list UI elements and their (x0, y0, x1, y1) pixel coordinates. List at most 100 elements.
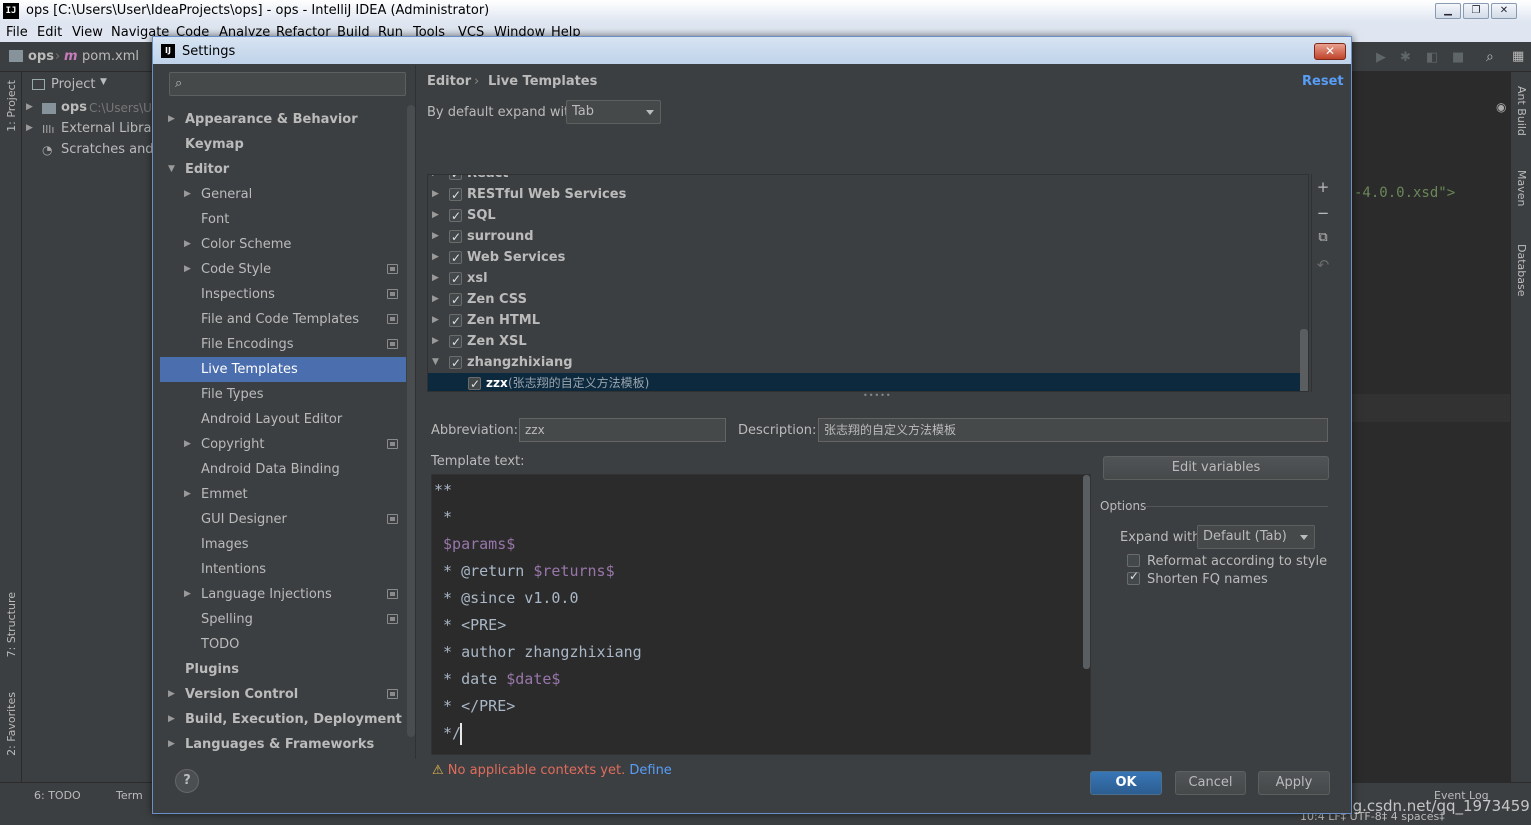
template-group-checkbox[interactable] (449, 185, 462, 206)
sidebar-item-todo[interactable]: TODO (160, 632, 406, 657)
template-group-checkbox[interactable] (449, 311, 462, 332)
sidebar-item-file-and-code-templates[interactable]: File and Code Templates (160, 307, 406, 332)
project-tree-scratches[interactable]: Scratches and C (61, 142, 167, 157)
expand-arrow-icon[interactable]: ▶ (184, 432, 191, 457)
sidebar-item-file-encodings[interactable]: File Encodings (160, 332, 406, 357)
sidebar-item-version-control[interactable]: ▶ Version Control (160, 682, 406, 707)
expand-arrow-icon[interactable]: ▶ (432, 175, 439, 184)
sidebar-item-code-style[interactable]: ▶ Code Style (160, 257, 406, 282)
help-button[interactable]: ? (175, 769, 199, 793)
close-window-button[interactable]: ✕ (1491, 3, 1517, 19)
sidebar-item-images[interactable]: Images (160, 532, 406, 557)
template-group-row[interactable]: ▶ SQL (428, 205, 1300, 227)
expand-arrow-icon[interactable]: ▶ (432, 226, 439, 247)
template-group-row[interactable]: ▶ RESTful Web Services (428, 184, 1300, 206)
sidebar-item-keymap[interactable]: Keymap (160, 132, 406, 157)
apply-button[interactable]: Apply (1258, 771, 1330, 795)
expand-arrow-icon[interactable]: ▶ (26, 102, 33, 112)
tab-todo[interactable]: 6: TODO (34, 789, 81, 802)
template-group-checkbox[interactable] (449, 290, 462, 311)
sidebar-item-live-templates[interactable]: Live Templates (160, 357, 406, 382)
collapse-arrow-icon[interactable]: ▼ (168, 157, 175, 182)
sidebar-item-file-types[interactable]: File Types (160, 382, 406, 407)
breadcrumb-project[interactable]: ops (28, 49, 54, 64)
template-checkbox[interactable] (468, 374, 481, 391)
reset-link[interactable]: Reset (1302, 74, 1344, 89)
default-expand-select[interactable]: Tab (566, 100, 661, 124)
copy-template-icon[interactable]: ⧉ (1315, 230, 1331, 245)
sidebar-item-intentions[interactable]: Intentions (160, 557, 406, 582)
template-group-checkbox[interactable] (449, 353, 462, 374)
remove-template-icon[interactable]: − (1315, 204, 1331, 222)
define-context-link[interactable]: Define (629, 763, 671, 778)
template-group-row[interactable]: ▶ surround (428, 226, 1300, 248)
sidebar-item-build-execution-deployment[interactable]: ▶ Build, Execution, Deployment (160, 707, 406, 732)
template-group-checkbox[interactable] (449, 227, 462, 248)
template-group-row[interactable]: ▼ zhangzhixiang (428, 352, 1300, 374)
minimize-button[interactable]: ▁ (1435, 3, 1461, 19)
tab-favorites[interactable]: 2: Favorites (5, 692, 18, 756)
preview-eye-icon[interactable]: ◉ (1496, 100, 1506, 114)
sidebar-item-copyright[interactable]: ▶ Copyright (160, 432, 406, 457)
sidebar-item-android-data-binding[interactable]: Android Data Binding (160, 457, 406, 482)
project-header[interactable]: Project (51, 77, 95, 92)
template-group-checkbox[interactable] (449, 269, 462, 290)
settings-search-input[interactable]: ⌕ (169, 72, 406, 96)
sidebar-item-appearance-behavior[interactable]: ▶ Appearance & Behavior (160, 107, 406, 132)
expand-arrow-icon[interactable]: ▶ (26, 123, 33, 133)
abbreviation-field[interactable]: zzx (519, 418, 726, 442)
expand-arrow-icon[interactable]: ▶ (168, 732, 175, 757)
sidebar-item-languages-frameworks[interactable]: ▶ Languages & Frameworks (160, 732, 406, 757)
close-dialog-button[interactable]: ✕ (1314, 43, 1346, 60)
add-template-icon[interactable]: + (1315, 178, 1331, 196)
tab-maven[interactable]: Maven (1515, 170, 1528, 206)
expand-arrow-icon[interactable]: ▶ (168, 707, 175, 732)
expand-arrow-icon[interactable]: ▶ (432, 310, 439, 331)
coverage-icon[interactable]: ◧ (1426, 50, 1438, 65)
sidebar-item-language-injections[interactable]: ▶ Language Injections (160, 582, 406, 607)
debug-icon[interactable]: ✱ (1400, 50, 1411, 65)
sidebar-item-plugins[interactable]: Plugins (160, 657, 406, 682)
run-icon[interactable]: ▶ (1376, 50, 1386, 65)
template-group-row[interactable]: ▶ xsl (428, 268, 1300, 290)
expand-arrow-icon[interactable]: ▶ (184, 582, 191, 607)
template-group-row[interactable]: ▶ Zen CSS (428, 289, 1300, 311)
expand-arrow-icon[interactable]: ▶ (168, 682, 175, 707)
description-field[interactable]: 张志翔的自定义方法模板 (818, 418, 1328, 442)
sidebar-item-inspections[interactable]: Inspections (160, 282, 406, 307)
edit-variables-button[interactable]: Edit variables (1103, 456, 1329, 480)
stop-icon[interactable]: ■ (1452, 50, 1464, 65)
template-text-editor[interactable]: ** * $params$ * @return $returns$ * @sin… (431, 474, 1091, 755)
sidebar-item-general[interactable]: ▶ General (160, 182, 406, 207)
expand-arrow-icon[interactable]: ▶ (184, 232, 191, 257)
sidebar-scrollbar[interactable] (407, 105, 415, 737)
template-list-scrollbar[interactable] (1300, 329, 1308, 391)
splitter-handle[interactable]: ••••• (863, 391, 892, 400)
search-everywhere-icon[interactable]: ⌕ (1486, 49, 1494, 65)
sidebar-item-gui-designer[interactable]: GUI Designer (160, 507, 406, 532)
breadcrumb-file[interactable]: pom.xml (82, 49, 139, 64)
expand-with-select[interactable]: Default (Tab) (1197, 525, 1315, 549)
sidebar-item-spelling[interactable]: Spelling (160, 607, 406, 632)
expand-arrow-icon[interactable]: ▶ (432, 184, 439, 205)
tab-project[interactable]: 1: Project (5, 80, 18, 132)
sidebar-item-emmet[interactable]: ▶ Emmet (160, 482, 406, 507)
reformat-checkbox[interactable] (1127, 554, 1140, 567)
project-structure-icon[interactable]: ▦ (1512, 49, 1524, 64)
expand-arrow-icon[interactable]: ▶ (432, 268, 439, 289)
project-tree-root[interactable]: ops (61, 100, 87, 115)
template-text-scrollbar[interactable] (1083, 475, 1090, 669)
template-group-checkbox[interactable] (449, 248, 462, 269)
expand-arrow-icon[interactable]: ▶ (168, 107, 175, 132)
template-group-row[interactable]: ▶ Web Services (428, 247, 1300, 269)
ok-button[interactable]: OK (1090, 771, 1162, 795)
menu-edit[interactable]: Edit (37, 25, 62, 40)
template-row-selected[interactable]: zzx(张志翔的自定义方法模板) (428, 373, 1300, 391)
template-group-checkbox[interactable] (449, 175, 462, 185)
tab-database[interactable]: Database (1515, 244, 1528, 297)
sidebar-item-android-layout-editor[interactable]: Android Layout Editor (160, 407, 406, 432)
restore-button[interactable]: ❐ (1463, 3, 1489, 19)
tab-structure[interactable]: 7: Structure (5, 592, 18, 657)
chevron-down-icon[interactable]: ▼ (100, 77, 107, 87)
sidebar-item-font[interactable]: Font (160, 207, 406, 232)
